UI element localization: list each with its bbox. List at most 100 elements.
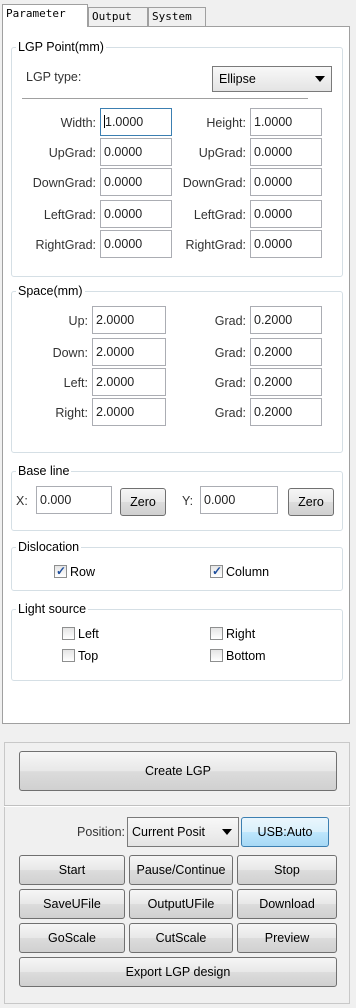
bottom-checkbox[interactable]: Bottom: [210, 648, 266, 664]
light-source-legend: Light source: [16, 601, 89, 617]
upgrad-label: UpGrad:: [48, 146, 96, 160]
export-lgp-design-button[interactable]: Export LGP design: [19, 957, 337, 987]
rightgrad-label-right: RightGrad:: [185, 238, 246, 252]
space-left-label: Left:: [63, 376, 88, 390]
upgrad-input-left[interactable]: 0.0000: [100, 138, 172, 166]
position-label: Position:: [77, 825, 125, 839]
start-button[interactable]: Start: [19, 855, 125, 885]
column-checkbox-box[interactable]: ✓: [210, 564, 223, 578]
leftgrad-input-left[interactable]: 0.0000: [100, 200, 172, 228]
upgrad-label-right: UpGrad:: [198, 146, 246, 160]
downgrad-input-left[interactable]: 0.0000: [100, 168, 172, 196]
baseline-y-label: Y:: [182, 494, 194, 508]
tab-system[interactable]: System: [148, 7, 206, 26]
tab-output[interactable]: Output: [88, 7, 148, 26]
bottom-checkbox-label: Bottom: [226, 649, 266, 663]
bottom-checkbox-box[interactable]: [210, 649, 223, 662]
height-input[interactable]: 1.0000: [250, 108, 322, 136]
space-down-grad-input[interactable]: 0.2000: [250, 338, 322, 366]
upgrad-input-right[interactable]: 0.0000: [250, 138, 322, 166]
baseline-x-label: X:: [16, 494, 28, 508]
lgp-point-legend: LGP Point(mm): [16, 39, 106, 55]
space-group: Space(mm) Up: 2.0000 Grad: 0.2000 Down: …: [11, 283, 343, 453]
space-left-grad-label: Grad:: [214, 376, 246, 390]
downgrad-label-right: DownGrad:: [182, 176, 246, 190]
save-ufile-button[interactable]: SaveUFile: [19, 889, 125, 919]
baseline-y-input[interactable]: 0.000: [200, 486, 278, 514]
left-checkbox-box[interactable]: [62, 627, 75, 640]
position-value: Current Posit: [132, 825, 205, 839]
checkmark-icon: ✓: [212, 564, 223, 578]
stop-button[interactable]: Stop: [237, 855, 337, 885]
width-value: 1.0000: [105, 115, 144, 129]
space-right-input[interactable]: 2.0000: [92, 398, 166, 426]
space-down-label: Down:: [52, 346, 88, 360]
pause-continue-button[interactable]: Pause/Continue: [129, 855, 233, 885]
row-checkbox-box[interactable]: ✓: [54, 564, 67, 578]
right-checkbox-box[interactable]: [210, 627, 223, 640]
baseline-x-zero-button[interactable]: Zero: [120, 488, 166, 516]
go-scale-button[interactable]: GoScale: [19, 923, 125, 953]
downgrad-label: DownGrad:: [32, 176, 96, 190]
row-checkbox-label: Row: [70, 565, 96, 579]
lgp-type-value: Ellipse: [219, 72, 256, 86]
create-lgp-button[interactable]: Create LGP: [19, 751, 337, 791]
leftgrad-input-right[interactable]: 0.0000: [250, 200, 322, 228]
width-label: Width:: [60, 116, 96, 130]
top-checkbox[interactable]: Top: [62, 648, 98, 664]
download-button[interactable]: Download: [237, 889, 337, 919]
leftgrad-label: LeftGrad:: [43, 208, 96, 222]
divider: [22, 98, 308, 100]
baseline-y-zero-button[interactable]: Zero: [288, 488, 334, 516]
left-checkbox[interactable]: Left: [62, 626, 99, 642]
space-up-label: Up:: [68, 314, 88, 328]
baseline-legend: Base line: [16, 463, 72, 479]
top-checkbox-box[interactable]: [62, 649, 75, 662]
space-down-grad-label: Grad:: [214, 346, 246, 360]
parameter-panel: LGP Point(mm) LGP type: Ellipse Width: 1…: [2, 26, 350, 724]
downgrad-input-right[interactable]: 0.0000: [250, 168, 322, 196]
space-right-grad-input[interactable]: 0.2000: [250, 398, 322, 426]
leftgrad-label-right: LeftGrad:: [193, 208, 246, 222]
position-select[interactable]: Current Posit: [127, 817, 239, 847]
left-checkbox-label: Left: [78, 627, 99, 641]
row-checkbox[interactable]: ✓ Row: [54, 564, 95, 580]
space-up-grad-input[interactable]: 0.2000: [250, 306, 322, 334]
space-right-grad-label: Grad:: [214, 406, 246, 420]
height-label: Height:: [206, 116, 246, 130]
preview-button[interactable]: Preview: [237, 923, 337, 953]
lgp-type-label: LGP type:: [26, 70, 82, 84]
space-legend: Space(mm): [16, 283, 85, 299]
usb-auto-button[interactable]: USB:Auto: [241, 817, 329, 847]
top-checkbox-label: Top: [78, 649, 99, 663]
space-right-label: Right:: [55, 406, 88, 420]
lgp-type-select[interactable]: Ellipse: [212, 66, 332, 92]
tab-parameter[interactable]: Parameter: [2, 4, 88, 27]
checkmark-icon: ✓: [56, 564, 67, 578]
right-checkbox[interactable]: Right: [210, 626, 255, 642]
output-ufile-button[interactable]: OutputUFile: [129, 889, 233, 919]
space-up-grad-label: Grad:: [214, 314, 246, 328]
right-checkbox-label: Right: [226, 627, 256, 641]
control-area: Create LGP Position: Current Posit USB:A…: [4, 742, 350, 1004]
rightgrad-input-left[interactable]: 0.0000: [100, 230, 172, 258]
section-separator: [4, 805, 350, 807]
tab-bar: Parameter Output System: [2, 4, 352, 27]
dislocation-legend: Dislocation: [16, 539, 82, 555]
space-left-grad-input[interactable]: 0.2000: [250, 368, 322, 396]
column-checkbox-label: Column: [226, 565, 270, 579]
dislocation-group: Dislocation ✓ Row ✓ Column: [11, 539, 343, 591]
rightgrad-label: RightGrad:: [35, 238, 96, 252]
rightgrad-input-right[interactable]: 0.0000: [250, 230, 322, 258]
baseline-x-input[interactable]: 0.000: [36, 486, 112, 514]
chevron-down-icon: [315, 76, 325, 82]
cut-scale-button[interactable]: CutScale: [129, 923, 233, 953]
width-input[interactable]: 1.0000: [100, 108, 172, 136]
chevron-down-icon: [222, 829, 232, 835]
baseline-group: Base line X: 0.000 Zero Y: 0.000 Zero: [11, 463, 343, 531]
column-checkbox[interactable]: ✓ Column: [210, 564, 269, 580]
space-left-input[interactable]: 2.0000: [92, 368, 166, 396]
space-up-input[interactable]: 2.0000: [92, 306, 166, 334]
lgp-point-group: LGP Point(mm) LGP type: Ellipse Width: 1…: [11, 39, 343, 277]
space-down-input[interactable]: 2.0000: [92, 338, 166, 366]
